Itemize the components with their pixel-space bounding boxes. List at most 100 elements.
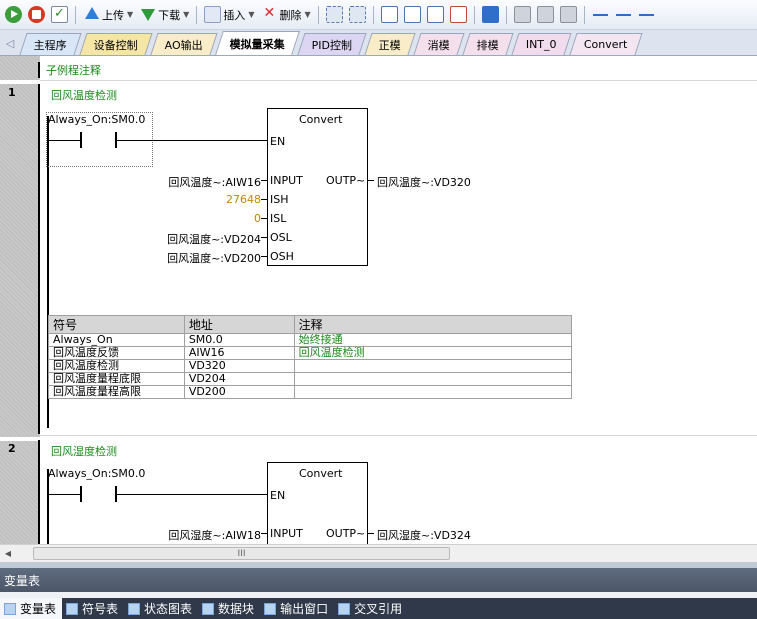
ish-value[interactable]: 27648 bbox=[130, 193, 261, 206]
tab-device-control[interactable]: 设备控制 bbox=[79, 33, 153, 55]
pin-wire bbox=[261, 199, 267, 200]
insert-icon bbox=[204, 6, 222, 23]
tab-label: 主程序 bbox=[33, 38, 67, 52]
chevron-down-icon[interactable]: ▼ bbox=[248, 10, 254, 19]
contact-operand[interactable]: Always_On:SM0.0 bbox=[48, 113, 145, 126]
scroll-left-icon[interactable]: ◀ bbox=[0, 546, 16, 562]
symbol-cell: 回风温度量程底限 bbox=[48, 372, 185, 386]
tab-symbol-table[interactable]: 符号表 bbox=[62, 598, 124, 619]
network-title[interactable]: 回风温度检测 bbox=[51, 87, 117, 103]
tab-data-block[interactable]: 数据块 bbox=[198, 598, 260, 619]
bookmark-button[interactable] bbox=[379, 3, 400, 27]
tab-cancel-mode[interactable]: 消模 bbox=[413, 33, 465, 55]
tab-variable-table[interactable]: 变量表 bbox=[0, 598, 63, 619]
input-pin-label: INPUT bbox=[270, 174, 303, 187]
panel-title: 变量表 bbox=[4, 573, 41, 588]
clear-bookmark-button[interactable] bbox=[448, 3, 469, 27]
compile-button[interactable] bbox=[49, 3, 70, 27]
tab-label: 设备控制 bbox=[93, 38, 138, 52]
tab-output-window[interactable]: 输出窗口 bbox=[260, 598, 334, 619]
data-block-icon bbox=[202, 602, 215, 615]
network-button[interactable] bbox=[324, 3, 345, 27]
isl-value[interactable]: 0 bbox=[130, 212, 261, 225]
insert-up-line-button[interactable] bbox=[613, 3, 634, 27]
prev-bookmark-icon bbox=[403, 6, 421, 23]
run-button[interactable] bbox=[3, 3, 24, 27]
symbol-info-button[interactable] bbox=[535, 3, 556, 27]
bookmark-icon bbox=[380, 6, 398, 23]
block-title: Convert bbox=[299, 467, 343, 480]
tab-int-0[interactable]: INT_0 bbox=[511, 33, 572, 55]
tab-label: 交叉引用 bbox=[354, 602, 403, 616]
output-window-icon bbox=[264, 602, 277, 615]
network-delete-button[interactable] bbox=[347, 3, 368, 27]
network-number: 2 bbox=[8, 442, 16, 455]
gutter-network-marker bbox=[0, 80, 40, 84]
symbol-button[interactable] bbox=[512, 3, 533, 27]
next-bookmark-button[interactable] bbox=[425, 3, 446, 27]
insert-right-line-button[interactable] bbox=[636, 3, 657, 27]
symbol-cell: 回风温度反馈 bbox=[48, 346, 185, 360]
tab-label: 状态图表 bbox=[144, 602, 193, 616]
toolbar-separator bbox=[583, 5, 585, 24]
tab-status-chart[interactable]: 状态图表 bbox=[124, 598, 198, 619]
insert-button[interactable]: 插入 ▼ bbox=[202, 3, 256, 27]
gutter-network-marker bbox=[0, 437, 40, 441]
tab-scroll-left-icon[interactable]: ◁ bbox=[0, 31, 20, 55]
osl-operand[interactable]: 回风温度~:VD204 bbox=[130, 231, 261, 247]
comment-cell: 始终接通 bbox=[293, 333, 573, 347]
insert-down-line-button[interactable] bbox=[590, 3, 611, 27]
en-pin-label: EN bbox=[270, 489, 286, 502]
upload-label: 上传 bbox=[102, 8, 124, 22]
output-operand[interactable]: 回风湿度~:VD324 bbox=[377, 527, 471, 543]
pin-wire bbox=[261, 237, 267, 238]
delete-button[interactable]: 删除 ▼ bbox=[258, 3, 312, 27]
tab-label: Convert bbox=[583, 38, 628, 51]
toolbar-separator bbox=[473, 5, 475, 24]
toolbar-separator bbox=[505, 5, 507, 24]
output-operand[interactable]: 回风温度~:VD320 bbox=[377, 174, 471, 190]
horizontal-scrollbar[interactable]: ◀ III bbox=[0, 544, 757, 562]
tab-label: 符号表 bbox=[82, 602, 119, 616]
stop-button[interactable] bbox=[26, 3, 47, 27]
pin-wire bbox=[261, 180, 267, 181]
symbol-table-header: 符号 地址 注释 bbox=[48, 315, 573, 334]
wire bbox=[117, 140, 268, 141]
tab-analog-acquisition[interactable]: 模拟量采集 bbox=[215, 31, 300, 55]
prev-bookmark-button[interactable] bbox=[402, 3, 423, 27]
upload-button[interactable]: 上传 ▼ bbox=[81, 3, 135, 27]
tab-label: 消模 bbox=[428, 38, 451, 52]
input-operand[interactable]: 回风湿度~:AIW18 bbox=[130, 527, 261, 543]
outp-pin-label: OUTP~ bbox=[326, 174, 366, 187]
address-cell: VD204 bbox=[183, 372, 295, 386]
tab-pid-control[interactable]: PID控制 bbox=[297, 33, 367, 55]
delete-icon bbox=[260, 5, 277, 23]
contact-operand[interactable]: Always_On:SM0.0 bbox=[48, 467, 145, 480]
chevron-down-icon[interactable]: ▼ bbox=[304, 10, 310, 19]
chevron-down-icon[interactable]: ▼ bbox=[183, 10, 189, 19]
tab-forward-mode[interactable]: 正模 bbox=[364, 33, 416, 55]
table-row: 回风温度检测 VD320 bbox=[48, 359, 573, 373]
ladder-editor[interactable]: 子例程注释 1 回风温度检测 Always_On:SM0.0 Convert E… bbox=[0, 56, 757, 544]
tab-cross-reference[interactable]: 交叉引用 bbox=[334, 598, 408, 619]
chevron-down-icon[interactable]: ▼ bbox=[127, 10, 133, 19]
tab-label: 排模 bbox=[477, 38, 500, 52]
tab-label: INT_0 bbox=[526, 38, 557, 51]
tab-main-program[interactable]: 主程序 bbox=[19, 33, 82, 55]
input-operand[interactable]: 回风温度~:AIW16 bbox=[130, 174, 261, 190]
symbol-apply-button[interactable] bbox=[558, 3, 579, 27]
en-pin-label: EN bbox=[270, 135, 286, 148]
scroll-thumb[interactable]: III bbox=[33, 547, 450, 560]
osh-operand[interactable]: 回风温度~:VD200 bbox=[130, 250, 261, 266]
divider bbox=[40, 435, 757, 436]
tab-exhaust-mode[interactable]: 排模 bbox=[462, 33, 514, 55]
tab-ao-output[interactable]: AO输出 bbox=[150, 33, 218, 55]
network-title[interactable]: 回风湿度检测 bbox=[51, 443, 117, 459]
subroutine-comment[interactable]: 子例程注释 bbox=[46, 62, 101, 78]
tab-convert[interactable]: Convert bbox=[569, 33, 643, 55]
network-number: 1 bbox=[8, 86, 16, 99]
download-button[interactable]: 下载 ▼ bbox=[137, 3, 191, 27]
pin-wire bbox=[261, 256, 267, 257]
wire bbox=[117, 494, 268, 495]
poe-button[interactable] bbox=[480, 3, 501, 27]
